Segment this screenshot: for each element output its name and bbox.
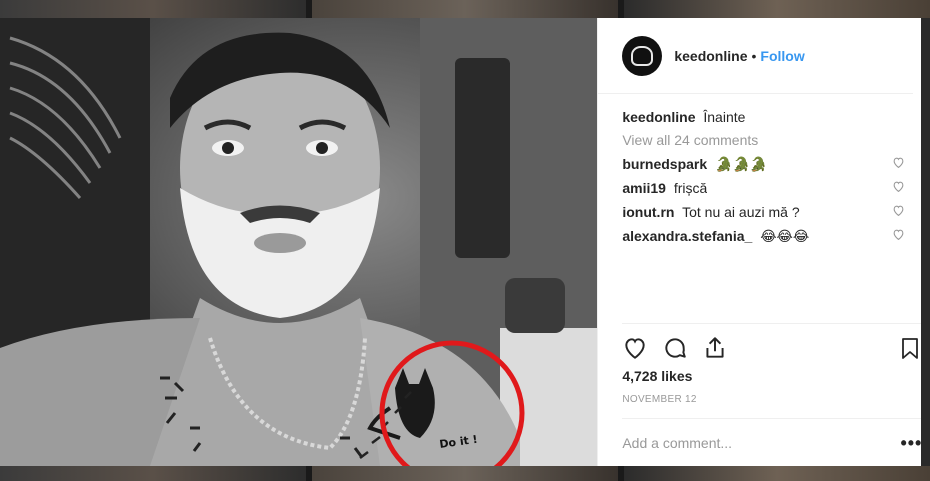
- post-date: NOVEMBER 12: [622, 394, 697, 405]
- comment-like-heart-icon[interactable]: [892, 203, 905, 221]
- view-all-comments-link[interactable]: View all 24 comments: [622, 131, 905, 149]
- caption: keedonline Înainte: [622, 108, 905, 126]
- feed-thumbnail[interactable]: [0, 466, 306, 481]
- post-modal: Do it ! keedonline • Follow keedonline Î…: [0, 18, 923, 467]
- comment-like-heart-icon[interactable]: [892, 155, 905, 173]
- comment-like-heart-icon[interactable]: [892, 227, 905, 245]
- separator-dot: •: [751, 47, 757, 64]
- feed-thumbnail[interactable]: [312, 466, 618, 481]
- bookmark-icon[interactable]: [898, 335, 922, 361]
- comments-section: keedonline Înainte View all 24 comments …: [598, 94, 921, 245]
- comment-like-heart-icon[interactable]: [892, 179, 905, 197]
- likes-count[interactable]: 4,728 likes: [622, 368, 922, 384]
- feed-thumbnail[interactable]: [0, 0, 306, 18]
- feed-thumbnails-top: [0, 0, 930, 18]
- caption-username[interactable]: keedonline: [622, 109, 695, 125]
- caption-text: Înainte: [703, 109, 746, 125]
- feed-thumbnail[interactable]: [624, 466, 930, 481]
- post-photo[interactable]: Do it !: [0, 18, 598, 466]
- comment-username[interactable]: burnedspark: [622, 156, 707, 172]
- post-header: keedonline • Follow: [598, 18, 913, 94]
- comment-text: frișcă: [673, 180, 708, 196]
- add-comment-input[interactable]: Add a comment...: [622, 435, 732, 451]
- comment-row: ionut.rn Tot nu ai auzi mă ?: [622, 203, 905, 221]
- feed-thumbnails-bottom: [0, 466, 930, 481]
- post-actions: 4,728 likes NOVEMBER 12: [622, 323, 923, 405]
- comment-username[interactable]: alexandra.stefania_: [622, 228, 752, 244]
- view-all-count: 24 comments: [674, 132, 759, 148]
- add-comment-bar: Add a comment... •••: [622, 418, 923, 467]
- comment-text: 🐊🐊🐊: [715, 156, 768, 172]
- share-icon[interactable]: [702, 335, 728, 361]
- comment-row: amii19 frișcă: [622, 179, 905, 197]
- comment-text: Tot nu ai auzi mă ?: [682, 204, 800, 220]
- photo-illustration: Do it !: [0, 18, 598, 466]
- comment-username[interactable]: amii19: [622, 180, 666, 196]
- comment-row: burnedspark 🐊🐊🐊: [622, 155, 905, 173]
- modal-gutter: [921, 18, 930, 466]
- heart-icon[interactable]: [622, 335, 648, 361]
- follow-button[interactable]: Follow: [760, 48, 804, 64]
- more-options-button[interactable]: •••: [900, 433, 922, 454]
- comment-icon[interactable]: [662, 335, 688, 361]
- view-all-prefix: View all: [622, 132, 671, 148]
- comment-text: 😂😂😂: [760, 228, 810, 244]
- comment-username[interactable]: ionut.rn: [622, 204, 674, 220]
- avatar[interactable]: [622, 35, 663, 76]
- feed-thumbnail[interactable]: [624, 0, 930, 18]
- feed-thumbnail[interactable]: [312, 0, 618, 18]
- post-username[interactable]: keedonline: [674, 48, 747, 64]
- post-sidebar: keedonline • Follow keedonline Înainte V…: [597, 18, 923, 467]
- comment-row: alexandra.stefania_ 😂😂😂: [622, 227, 905, 245]
